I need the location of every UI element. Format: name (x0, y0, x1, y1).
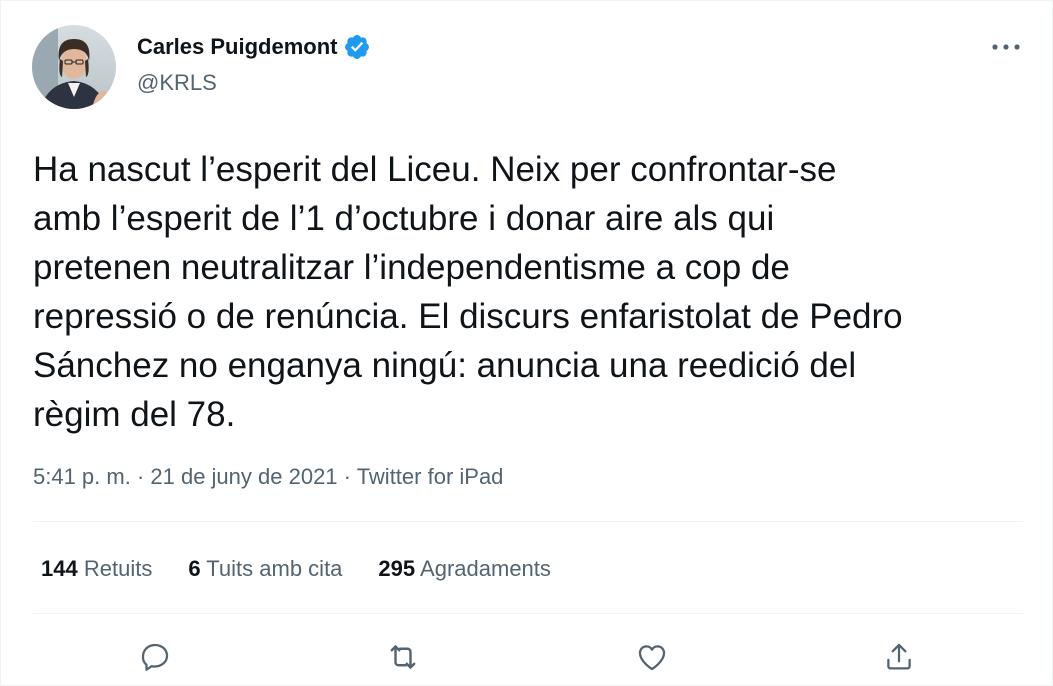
quotes-label: Tuits amb cita (206, 556, 343, 581)
divider (33, 521, 1023, 522)
author-name[interactable]: Carles Puigdemont (137, 33, 337, 61)
tweet-card: Carles Puigdemont @KRLS Ha nascut l’espe… (0, 0, 1053, 686)
retweets-stat[interactable]: 144 Retuits (41, 555, 152, 583)
tweet-stats: 144 Retuits 6 Tuits amb cita 295 Agradam… (41, 555, 587, 583)
likes-count: 295 (378, 556, 416, 581)
retweets-count: 144 (41, 556, 78, 581)
author-block: Carles Puigdemont @KRLS (137, 33, 371, 96)
retweet-icon[interactable] (383, 637, 423, 677)
share-icon[interactable] (879, 637, 919, 677)
quotes-count: 6 (188, 556, 201, 581)
reply-icon[interactable] (135, 637, 175, 677)
avatar[interactable] (32, 25, 116, 109)
tweet-text: Ha nascut l’esperit del Liceu. Neix per … (33, 150, 903, 434)
quotes-stat[interactable]: 6 Tuits amb cita (188, 555, 342, 583)
divider (33, 613, 1023, 614)
author-handle[interactable]: @KRLS (137, 70, 371, 96)
action-bar (1, 637, 1052, 677)
retweets-label: Retuits (83, 556, 153, 581)
tweet-timestamp[interactable]: 5:41 p. m. · 21 de juny de 2021 · Twitte… (33, 463, 503, 491)
name-row: Carles Puigdemont (137, 33, 371, 61)
verified-badge-icon (343, 33, 371, 61)
heart-icon[interactable] (632, 637, 672, 677)
more-icon[interactable] (991, 35, 1021, 59)
likes-stat[interactable]: 295 Agradaments (378, 555, 550, 583)
likes-label: Agradaments (420, 556, 551, 581)
